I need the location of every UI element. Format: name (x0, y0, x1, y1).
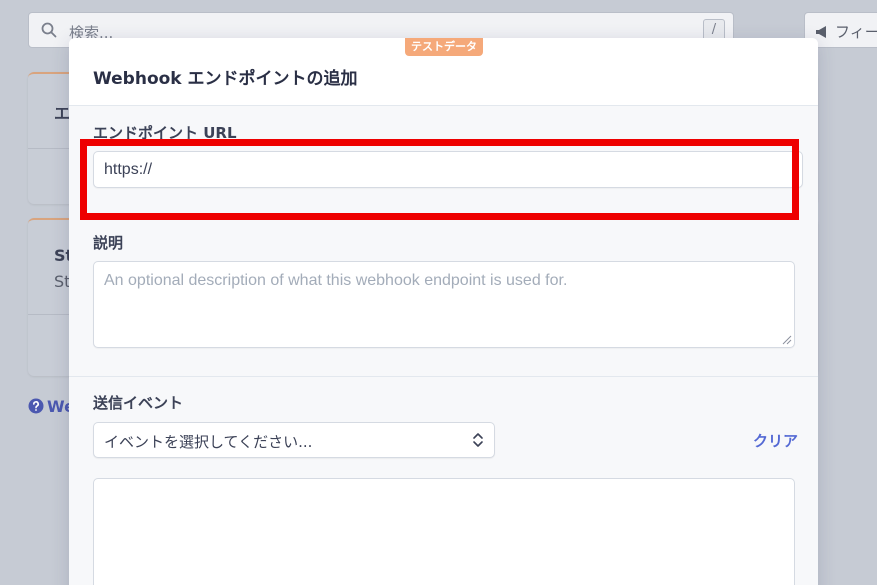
event-select-dropdown[interactable]: イベントを選択してください... (93, 422, 495, 458)
events-label: 送信イベント (93, 394, 184, 412)
modal-title: Webhook エンドポイントの追加 (93, 69, 358, 89)
test-data-badge: テストデータ (405, 38, 483, 56)
modal-header: テストデータ Webhook エンドポイントの追加 (69, 38, 818, 106)
help-link[interactable]: We (28, 397, 75, 416)
megaphone-icon (816, 26, 826, 38)
description-textarea[interactable]: An optional description of what this web… (93, 261, 795, 348)
event-select-value: イベントを選択してください... (104, 433, 313, 451)
selected-events-list (93, 478, 795, 585)
section-divider (69, 376, 818, 377)
card1-title: エ (54, 104, 71, 123)
description-label: 説明 (93, 234, 124, 252)
chevron-up-down-icon (473, 433, 483, 447)
card2-subtitle: St (54, 272, 71, 291)
highlight-box (80, 139, 799, 220)
question-circle-icon (28, 398, 44, 414)
clear-events-link[interactable]: クリア (753, 430, 798, 451)
add-webhook-endpoint-modal: テストデータ Webhook エンドポイントの追加 エンドポイント URL ht… (69, 38, 818, 585)
search-icon (41, 22, 57, 38)
description-placeholder: An optional description of what this web… (104, 272, 568, 289)
feedback-label: フィー (835, 23, 877, 41)
resize-handle-icon[interactable] (782, 335, 792, 345)
